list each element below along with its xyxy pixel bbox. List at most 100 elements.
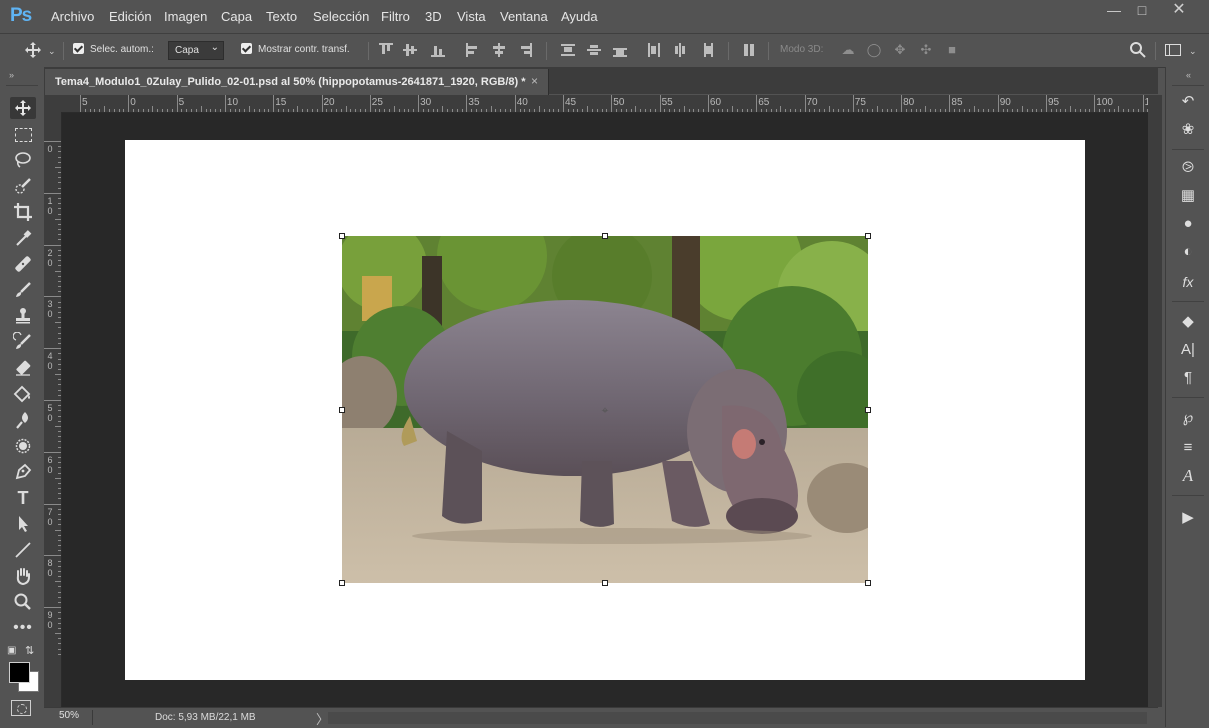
menu-3d[interactable]: 3D bbox=[425, 9, 442, 24]
character-icon[interactable]: A| bbox=[1176, 339, 1200, 361]
auto-select-checkbox[interactable] bbox=[73, 43, 84, 54]
paint-bucket-tool-icon[interactable] bbox=[10, 383, 36, 405]
workspace-icon[interactable] bbox=[1165, 44, 1181, 56]
align-right-icon[interactable] bbox=[518, 43, 532, 57]
clone-stamp-tool-icon[interactable] bbox=[10, 305, 36, 327]
collapse-panel-icon[interactable]: » bbox=[9, 70, 14, 80]
distribute-bottom-icon[interactable] bbox=[613, 43, 627, 57]
transform-handle-top-right[interactable] bbox=[865, 233, 871, 239]
eraser-tool-icon[interactable] bbox=[10, 357, 36, 379]
minimize-icon[interactable]: — bbox=[1099, 2, 1129, 18]
transform-center-icon[interactable]: ⌖ bbox=[599, 404, 611, 416]
ruler-origin[interactable] bbox=[44, 95, 62, 112]
transform-handle-left[interactable] bbox=[339, 407, 345, 413]
zoom-tool-icon[interactable] bbox=[10, 591, 36, 613]
brushes-icon[interactable]: ℘ bbox=[1176, 407, 1200, 429]
type-tool-icon[interactable]: T bbox=[10, 487, 36, 509]
adjustments-icon[interactable]: ◐ bbox=[1176, 241, 1200, 263]
quick-selection-tool-icon[interactable] bbox=[10, 175, 36, 197]
fx-icon[interactable]: fx bbox=[1176, 271, 1200, 293]
distribute-left-icon[interactable] bbox=[647, 43, 661, 57]
auto-align-layers-icon[interactable] bbox=[742, 43, 756, 57]
history-icon[interactable]: ↶ bbox=[1176, 91, 1200, 113]
line-tool-icon[interactable] bbox=[10, 539, 36, 561]
quick-mask-icon[interactable] bbox=[11, 700, 31, 716]
align-bottom-icon[interactable] bbox=[431, 43, 445, 57]
paragraph-icon[interactable]: ¶ bbox=[1176, 367, 1200, 389]
zoom-level-field[interactable]: 50% bbox=[59, 710, 91, 721]
tool-preset-chevron-icon[interactable]: ⌄ bbox=[48, 46, 56, 57]
collapse-panel-icon[interactable]: « bbox=[1186, 70, 1191, 80]
vertical-ruler[interactable]: 0102030405060708090 bbox=[44, 112, 62, 707]
crop-tool-icon[interactable] bbox=[10, 201, 36, 223]
search-icon[interactable] bbox=[1129, 41, 1147, 59]
workspace-chevron-icon[interactable]: ⌄ bbox=[1189, 46, 1197, 57]
horizontal-scrollbar[interactable] bbox=[328, 712, 1147, 724]
palette-icon[interactable]: ● bbox=[1176, 213, 1200, 235]
dodge-tool-icon[interactable] bbox=[10, 435, 36, 457]
move-icon[interactable] bbox=[24, 41, 42, 59]
menu-capa[interactable]: Capa bbox=[221, 9, 252, 24]
slide-3d-icon[interactable]: ✣ bbox=[918, 42, 934, 58]
horizontal-ruler[interactable]: 5 0 5 10 15 20 25 30 35 40 45 50 55 60 65 70 75 80 85 90 95 1… bbox=[62, 95, 1148, 113]
menu-edicion[interactable]: Edición bbox=[109, 9, 152, 24]
menu-vista[interactable]: Vista bbox=[457, 9, 486, 24]
healing-brush-tool-icon[interactable] bbox=[10, 253, 36, 275]
pen-tool-icon[interactable] bbox=[10, 461, 36, 483]
menu-ventana[interactable]: Ventana bbox=[500, 9, 548, 24]
transform-handle-bottom-right[interactable] bbox=[865, 580, 871, 586]
more-tools-icon[interactable]: ••• bbox=[10, 617, 36, 639]
blur-tool-icon[interactable] bbox=[10, 409, 36, 431]
distribute-right-icon[interactable] bbox=[699, 43, 713, 57]
grid-icon[interactable]: ▦ bbox=[1176, 185, 1200, 207]
menu-texto[interactable]: Texto bbox=[266, 9, 297, 24]
close-tab-icon[interactable]: × bbox=[531, 74, 538, 88]
distribute-horizontal-center-icon[interactable] bbox=[673, 43, 687, 57]
transform-handle-bottom[interactable] bbox=[602, 580, 608, 586]
eyedropper-tool-icon[interactable] bbox=[10, 227, 36, 249]
pan-3d-icon[interactable]: ✥ bbox=[892, 42, 908, 58]
distribute-vertical-center-icon[interactable] bbox=[587, 43, 601, 57]
align-vertical-center-icon[interactable] bbox=[403, 43, 417, 57]
video-3d-icon[interactable]: ■ bbox=[944, 42, 960, 58]
menu-filtro[interactable]: Filtro bbox=[381, 9, 410, 24]
3d-icon[interactable]: ⧁ bbox=[1176, 157, 1200, 179]
path-selection-tool-icon[interactable] bbox=[10, 513, 36, 535]
distribute-top-icon[interactable] bbox=[561, 43, 575, 57]
roll-3d-icon[interactable]: ◯ bbox=[866, 42, 882, 58]
separator bbox=[6, 85, 38, 86]
menu-seleccion[interactable]: Selección bbox=[313, 9, 369, 24]
document-tab[interactable]: Tema4_Modulo1_0Zulay_Pulido_02-01.psd al… bbox=[44, 69, 549, 95]
layers-icon[interactable]: ◆ bbox=[1176, 311, 1200, 333]
move-tool-icon[interactable] bbox=[10, 97, 36, 119]
menu-imagen[interactable]: Imagen bbox=[164, 9, 207, 24]
history-brush-tool-icon[interactable] bbox=[10, 331, 36, 353]
swap-colors-icon[interactable]: ⇅ bbox=[25, 644, 34, 657]
transform-handle-right[interactable] bbox=[865, 407, 871, 413]
close-icon[interactable]: ✕ bbox=[1164, 2, 1194, 18]
vertical-scrollbar[interactable] bbox=[1148, 95, 1162, 707]
hand-tool-icon[interactable] bbox=[10, 565, 36, 587]
show-transform-checkbox[interactable] bbox=[241, 43, 252, 54]
brush-tool-icon[interactable] bbox=[10, 279, 36, 301]
glyphs-icon[interactable]: A bbox=[1176, 465, 1200, 487]
foreground-color-swatch[interactable] bbox=[9, 662, 30, 683]
ruler-tick bbox=[814, 109, 816, 112]
play-icon[interactable]: ▶ bbox=[1176, 507, 1200, 529]
transform-handle-top[interactable] bbox=[602, 233, 608, 239]
swatches-icon[interactable]: ❀ bbox=[1176, 119, 1200, 141]
maximize-icon[interactable]: □ bbox=[1127, 2, 1157, 18]
marquee-tool-icon[interactable] bbox=[10, 123, 36, 145]
orbit-3d-icon[interactable]: ☁ bbox=[840, 42, 856, 58]
align-top-icon[interactable] bbox=[379, 43, 393, 57]
transform-handle-bottom-left[interactable] bbox=[339, 580, 345, 586]
properties-icon[interactable]: ≡ bbox=[1176, 437, 1200, 459]
align-horizontal-center-icon[interactable] bbox=[492, 43, 506, 57]
menu-archivo[interactable]: Archivo bbox=[51, 9, 94, 24]
menu-ayuda[interactable]: Ayuda bbox=[561, 9, 598, 24]
align-left-icon[interactable] bbox=[466, 43, 480, 57]
default-colors-icon[interactable]: ▣ bbox=[7, 645, 16, 656]
transform-handle-top-left[interactable] bbox=[339, 233, 345, 239]
lasso-tool-icon[interactable] bbox=[10, 149, 36, 171]
auto-select-target-select[interactable]: Capa ⌄ bbox=[168, 41, 224, 60]
